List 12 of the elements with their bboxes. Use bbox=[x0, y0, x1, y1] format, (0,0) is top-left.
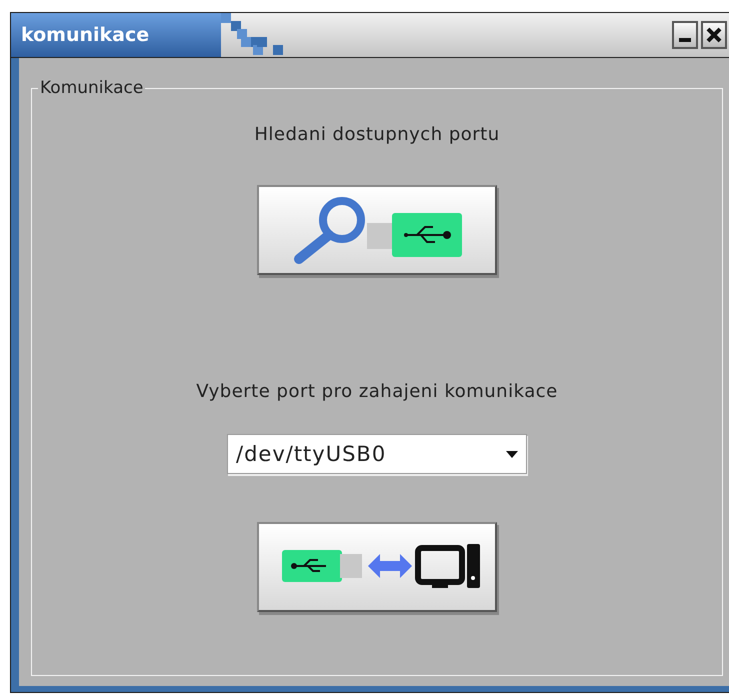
port-label: Vyberte port pro zahajeni komunikace bbox=[196, 381, 558, 402]
minimize-button[interactable] bbox=[672, 21, 698, 49]
port-dropdown[interactable]: /dev/ttyUSB0 bbox=[227, 434, 527, 474]
group-title: Komunikace bbox=[39, 78, 144, 98]
window-title: komunikace bbox=[21, 24, 150, 46]
search-ports-button[interactable] bbox=[257, 185, 497, 275]
close-icon bbox=[706, 27, 722, 43]
search-label: Hledani dostupnych portu bbox=[254, 124, 500, 145]
connect-button[interactable] bbox=[257, 522, 497, 612]
caret-icon bbox=[506, 450, 518, 458]
minimize-icon bbox=[679, 38, 691, 42]
close-button[interactable] bbox=[701, 21, 727, 49]
